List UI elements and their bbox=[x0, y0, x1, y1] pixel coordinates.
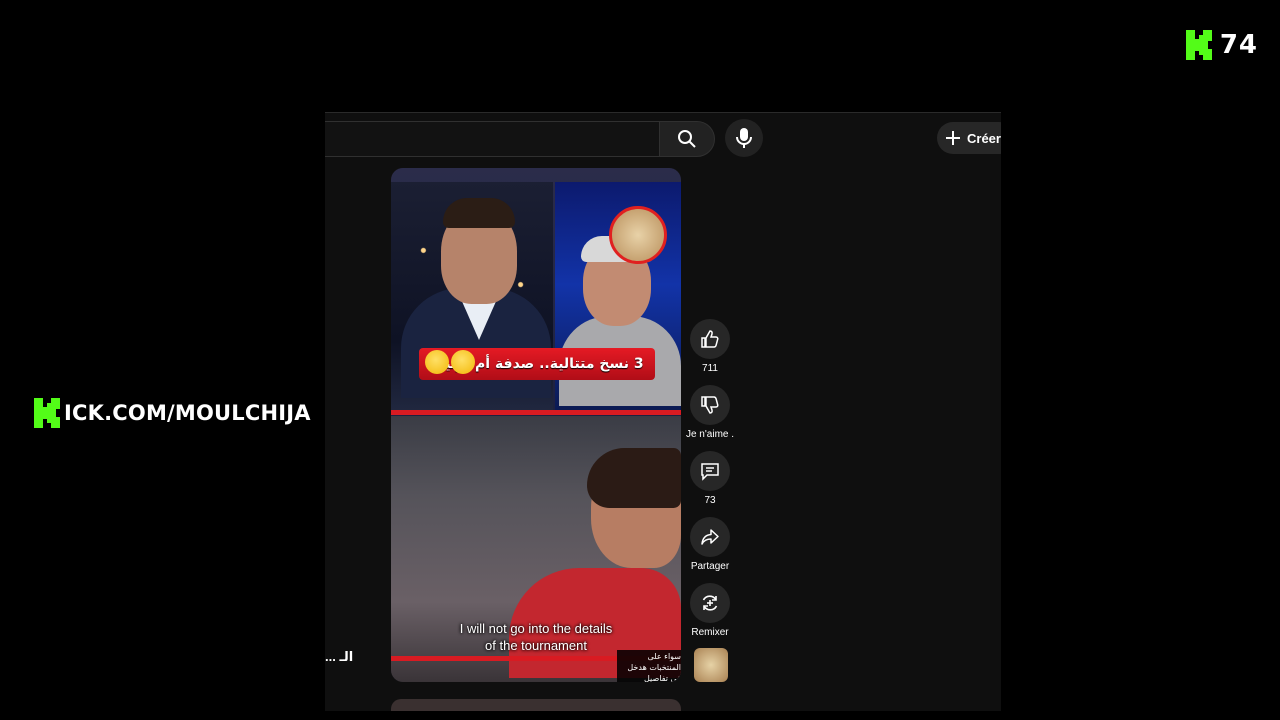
share-icon bbox=[701, 529, 719, 545]
remix-button[interactable] bbox=[690, 583, 730, 623]
channel-url-text: ICK.COM/MOULCHIJA bbox=[64, 401, 311, 425]
voice-search-button[interactable] bbox=[725, 119, 763, 157]
player-hair bbox=[587, 448, 681, 508]
divider-line bbox=[391, 410, 681, 415]
share-label: Partager bbox=[690, 561, 730, 572]
comment-action: 73 bbox=[685, 451, 735, 506]
thumbs-up-icon bbox=[701, 330, 719, 348]
search-icon bbox=[678, 130, 696, 148]
create-button[interactable]: Créer bbox=[937, 122, 1001, 154]
comment-icon bbox=[701, 463, 719, 481]
viewer-count: 74 bbox=[1219, 30, 1258, 60]
share-action: Partager bbox=[685, 517, 735, 572]
like-action: 711 bbox=[685, 319, 735, 374]
channel-url-watermark: ICK.COM/MOULCHIJA bbox=[34, 398, 311, 428]
truncated-title: ... الـ bbox=[325, 649, 354, 664]
video-subtitle: I will not go into the details of the to… bbox=[431, 620, 641, 654]
presenter-hair bbox=[443, 198, 515, 228]
next-short-preview[interactable] bbox=[391, 699, 681, 711]
remix-action: Remixer bbox=[685, 583, 735, 638]
create-label: Créer bbox=[967, 130, 1001, 146]
thinking-emoji-icon bbox=[425, 350, 449, 374]
search-button[interactable] bbox=[659, 121, 715, 157]
kick-logo-icon bbox=[34, 398, 60, 428]
like-count: 711 bbox=[702, 363, 718, 374]
dislike-action: Je n'aime . bbox=[685, 385, 735, 440]
thumbs-down-icon bbox=[701, 396, 719, 414]
channel-badge bbox=[609, 206, 667, 264]
smile-emoji-icon bbox=[451, 350, 475, 374]
short-video-player[interactable]: 3 نسخ متتالية.. صدفة أم ترتيب I will not… bbox=[391, 168, 681, 682]
dislike-button[interactable] bbox=[690, 385, 730, 425]
comment-button[interactable] bbox=[690, 451, 730, 491]
dislike-label: Je n'aime . bbox=[685, 429, 735, 440]
sound-channel-avatar[interactable] bbox=[694, 648, 728, 682]
kick-logo-icon bbox=[1185, 30, 1212, 60]
viewer-counter: 74 bbox=[1185, 30, 1258, 60]
remix-icon bbox=[702, 595, 718, 611]
video-top-panel: 3 نسخ متتالية.. صدفة أم ترتيب bbox=[391, 168, 681, 418]
like-button[interactable] bbox=[690, 319, 730, 359]
subtitle-line-1: I will not go into the details bbox=[459, 621, 613, 636]
subtitle-line-2: of the tournament bbox=[485, 638, 587, 653]
search-input[interactable] bbox=[325, 121, 661, 157]
arabic-note: سواء على المنتخبات هدخل في تفاصيل bbox=[617, 650, 681, 682]
comment-count: 73 bbox=[704, 495, 716, 506]
share-button[interactable] bbox=[690, 517, 730, 557]
mic-icon bbox=[736, 128, 752, 148]
browser-capture: Créer ... الـ 3 نسخ متتالية.. صدفة أم تر… bbox=[325, 112, 1001, 711]
remix-label: Remixer bbox=[691, 627, 729, 638]
plus-icon bbox=[946, 131, 960, 145]
